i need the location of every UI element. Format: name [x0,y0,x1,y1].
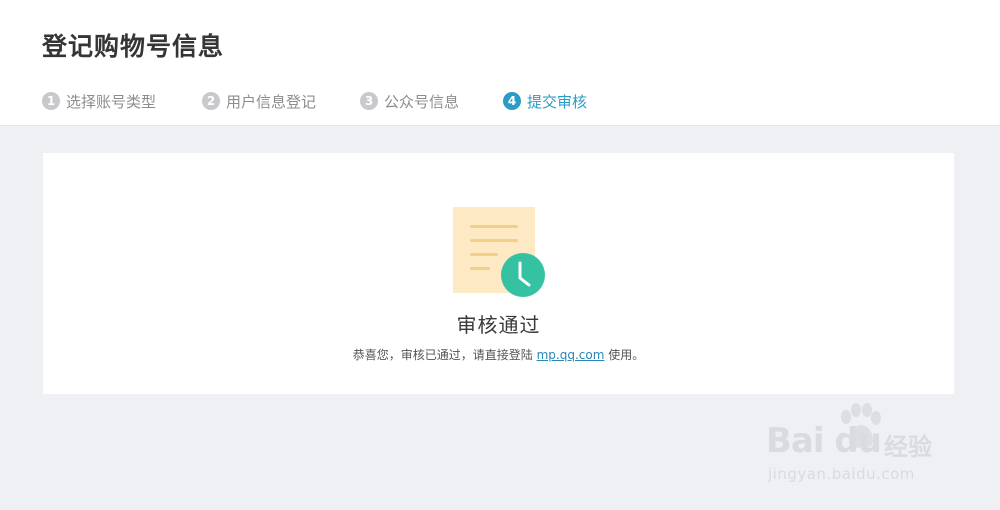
result-title: 审核通过 [456,313,541,337]
page-header: 登记购物号信息 1 选择账号类型 2 用户信息登记 3 公众号信息 4 提交审核 [0,0,1000,126]
step-3[interactable]: 3 公众号信息 [360,90,503,112]
jingyan-text: 经验 [884,433,932,461]
result-card: 审核通过 恭喜您，审核已通过，请直接登陆 mp.qq.com 使用。 [43,153,954,394]
step-progress: 1 选择账号类型 2 用户信息登记 3 公众号信息 4 提交审核 [42,90,587,112]
step-number: 2 [202,92,220,110]
step-label: 选择账号类型 [66,92,157,111]
mp-qq-link[interactable]: mp.qq.com [537,348,605,362]
result-description: 恭喜您，审核已通过，请直接登陆 mp.qq.com 使用。 [43,346,954,363]
document-clock-icon [453,207,545,297]
step-2[interactable]: 2 用户信息登记 [202,90,360,112]
step-number: 4 [503,92,521,110]
page-title: 登记购物号信息 [42,32,225,61]
baidu-jingyan-watermark: Bai du 经验 jingyan.baidu.com [766,403,956,493]
step-1[interactable]: 1 选择账号类型 [42,90,202,112]
watermark-url: jingyan.baidu.com [768,465,915,483]
step-number: 3 [360,92,378,110]
result-desc-text: 恭喜您，审核已通过，请直接登陆 [352,348,537,362]
step-label: 用户信息登记 [226,92,317,111]
baidu-logo: Bai du [766,421,882,461]
step-number: 1 [42,92,60,110]
step-label: 提交审核 [527,92,588,111]
step-label: 公众号信息 [384,92,460,111]
step-4[interactable]: 4 提交审核 [503,90,587,112]
result-desc-suffix: 使用。 [604,348,645,362]
